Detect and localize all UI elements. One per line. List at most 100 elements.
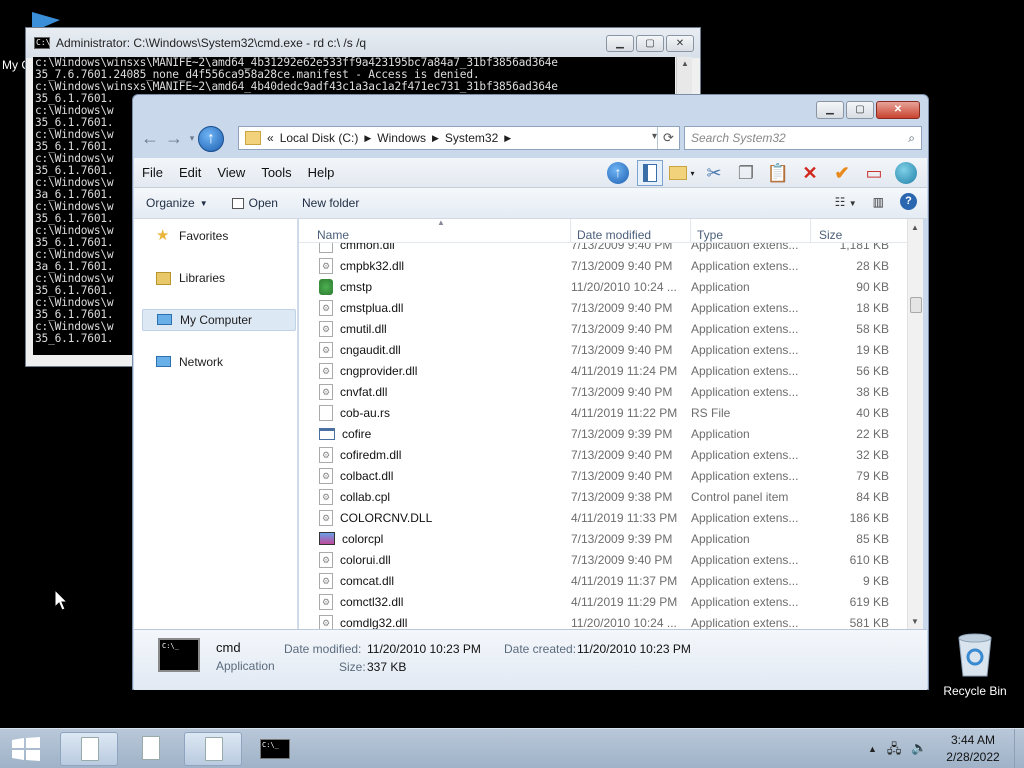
search-icon[interactable]: ⌕ [908,131,915,146]
column-header-type[interactable]: Type [691,219,811,242]
table-row[interactable]: colorcpl 7/13/2009 9:39 PM Application 85 K… [299,528,909,549]
table-row[interactable]: ⚙ cmutil.dll 7/13/2009 9:40 PM Application … [299,318,909,339]
cmd-title-bar[interactable]: C:\ Administrator: C:\Windows\System32\c… [26,28,700,58]
back-button[interactable]: ← [138,127,162,151]
open-button[interactable]: Open [220,196,290,210]
breadcrumb-overflow[interactable]: « [267,131,274,145]
cut-icon[interactable]: ✂ [701,160,727,186]
address-bar[interactable]: « Local Disk (C:) ▶ Windows ▶ System32 ▶… [238,126,680,150]
table-row[interactable]: cmstp 11/20/2010 10:24 ... Application 90 K… [299,276,909,297]
new-folder-button[interactable]: New folder [290,196,371,210]
up-folder-button[interactable]: ↑ [198,126,224,152]
taskbar-explorer-button-2[interactable] [122,732,180,766]
taskbar-explorer-button-3[interactable] [184,732,242,766]
taskbar-clock[interactable]: 3:44 AM 2/28/2022 [932,732,1014,766]
table-row[interactable]: ⚙ comcat.dll 4/11/2019 11:37 PM Application… [299,570,909,591]
menu-help[interactable]: Help [300,165,343,180]
breadcrumb-chevron-icon[interactable]: ▶ [364,133,371,144]
table-row[interactable]: ⚙ cofiredm.dll 7/13/2009 9:40 PM Applicatio… [299,444,909,465]
table-row[interactable]: cob-au.rs 4/11/2019 11:22 PM RS File 40 KB [299,402,909,423]
forward-button[interactable]: → [162,127,186,151]
file-list-scrollbar[interactable]: ▲ ▼ [907,219,923,629]
start-button[interactable] [12,737,40,761]
recent-pages-dropdown-icon[interactable]: ▾ [186,127,198,151]
menu-view[interactable]: View [209,165,253,180]
table-row[interactable]: ⚙ cmpbk32.dll 7/13/2009 9:40 PM Application… [299,255,909,276]
preview-pane-toggle-icon[interactable]: ▥ [873,195,884,209]
scrollbar-thumb[interactable] [910,297,922,313]
nav-favorites[interactable]: ★ Favorites [156,225,310,247]
taskbar-explorer-button-1[interactable] [60,732,118,766]
column-header-date[interactable]: Date modified [571,219,691,242]
menu-file[interactable]: File [134,165,171,180]
column-header-size[interactable]: Size [811,219,909,242]
file-size: 85 KB [856,531,889,546]
table-row[interactable]: ⚙ cmstplua.dll 7/13/2009 9:40 PM Applicatio… [299,297,909,318]
file-date: 7/13/2009 9:40 PM [571,468,673,483]
properties-icon[interactable]: ▭ [861,160,887,186]
dll-icon: ⚙ [319,446,333,463]
search-input[interactable]: Search System32 ⌕ [684,126,922,150]
scroll-up-arrow-icon[interactable]: ▲ [911,223,919,232]
menu-edit[interactable]: Edit [171,165,209,180]
folders-icon[interactable]: ▾ [669,160,695,186]
file-date: 7/13/2009 9:40 PM [571,342,673,357]
copy-icon[interactable]: ❐ [733,160,759,186]
breadcrumb-windows[interactable]: Windows [377,131,426,145]
breadcrumb-local-disk[interactable]: Local Disk (C:) [280,131,359,145]
cmd-close-button[interactable]: ✕ [666,35,694,52]
table-row-partial[interactable]: cmmon.dll 7/13/2009 9:40 PM Application … [299,243,909,255]
explorer-window[interactable]: ▁ ▢ ✕ ← → ▾ ↑ « Local Disk (C:) ▶ Window… [132,94,929,690]
table-row[interactable]: ⚙ cngprovider.dll 4/11/2019 11:24 PM Applic… [299,360,909,381]
breadcrumb-system32[interactable]: System32 [445,131,498,145]
table-row[interactable]: ⚙ cnvfat.dll 7/13/2009 9:40 PM Application … [299,381,909,402]
nav-network[interactable]: Network [156,351,310,373]
show-desktop-button[interactable] [1014,729,1024,768]
view-options-icon[interactable]: ☷ ▼ [835,195,857,209]
scroll-up-arrow-icon[interactable]: ▲ [681,59,689,68]
navigation-pane: ★ Favorites Libraries My Computer Networ… [134,219,298,629]
file-list[interactable]: Name ▲ Date modified Type Size cmmon.dll … [299,218,923,629]
refresh-button[interactable]: ⟳ [657,127,679,149]
breadcrumb-chevron-icon[interactable]: ▶ [432,133,439,144]
table-row[interactable]: ⚙ colorui.dll 7/13/2009 9:40 PM Application… [299,549,909,570]
help-icon[interactable]: ? [900,193,917,210]
file-date: 4/11/2019 11:29 PM [571,594,678,609]
table-row[interactable]: ⚙ collab.cpl 7/13/2009 9:38 PM Control pane… [299,486,909,507]
column-header-name[interactable]: Name ▲ [299,218,571,242]
volume-icon[interactable]: 🔈 [911,740,927,762]
file-type: RS File [691,405,731,420]
table-row[interactable]: ⚙ cngaudit.dll 7/13/2009 9:40 PM Applicatio… [299,339,909,360]
paste-icon[interactable]: 📋 [765,160,791,186]
table-row[interactable]: cofire 7/13/2009 9:39 PM Application 22 KB [299,423,909,444]
file-size: 58 KB [856,321,889,336]
cmd-minimize-button[interactable]: ▁ [606,35,634,52]
explorer-minimize-button[interactable]: ▁ [816,101,844,119]
nav-libraries[interactable]: Libraries [156,267,310,289]
taskbar-cmd-button[interactable]: C:\_ [246,732,304,766]
table-row[interactable]: ⚙ comdlg32.dll 11/20/2010 10:24 ... Applica… [299,612,909,629]
explorer-maximize-button[interactable]: ▢ [846,101,874,119]
nav-my-computer[interactable]: My Computer [142,309,296,331]
organize-button[interactable]: Organize ▼ [134,196,220,210]
file-size: 581 KB [849,615,889,630]
delete-icon[interactable]: ✕ [797,160,823,186]
undo-checkmark-icon[interactable]: ✔ [829,160,855,186]
table-row[interactable]: ⚙ COLORCNV.DLL 4/11/2019 11:33 PM Applicati… [299,507,909,528]
nav-favorites-label: Favorites [179,229,229,243]
breadcrumb-chevron-icon[interactable]: ▶ [504,133,511,144]
file-type: Application extens... [691,615,799,630]
table-row[interactable]: ⚙ comctl32.dll 4/11/2019 11:29 PM Applicati… [299,591,909,612]
globe-icon[interactable] [893,160,919,186]
up-arrow-icon[interactable]: ↑ [605,160,631,186]
explorer-close-button[interactable]: ✕ [876,101,920,119]
table-row[interactable]: ⚙ colbact.dll 7/13/2009 9:40 PM Application… [299,465,909,486]
menu-tools[interactable]: Tools [253,165,299,180]
network-tray-icon[interactable]: 🖧 [887,740,902,762]
preview-pane-icon[interactable] [637,160,663,186]
recycle-bin-desktop-icon[interactable]: Recycle Bin [942,632,1008,698]
scroll-down-arrow-icon[interactable]: ▼ [911,617,919,626]
show-hidden-icons-icon[interactable]: ▲ [868,740,877,762]
cmd-maximize-button[interactable]: ▢ [636,35,664,52]
windows-logo-icon [12,737,40,761]
